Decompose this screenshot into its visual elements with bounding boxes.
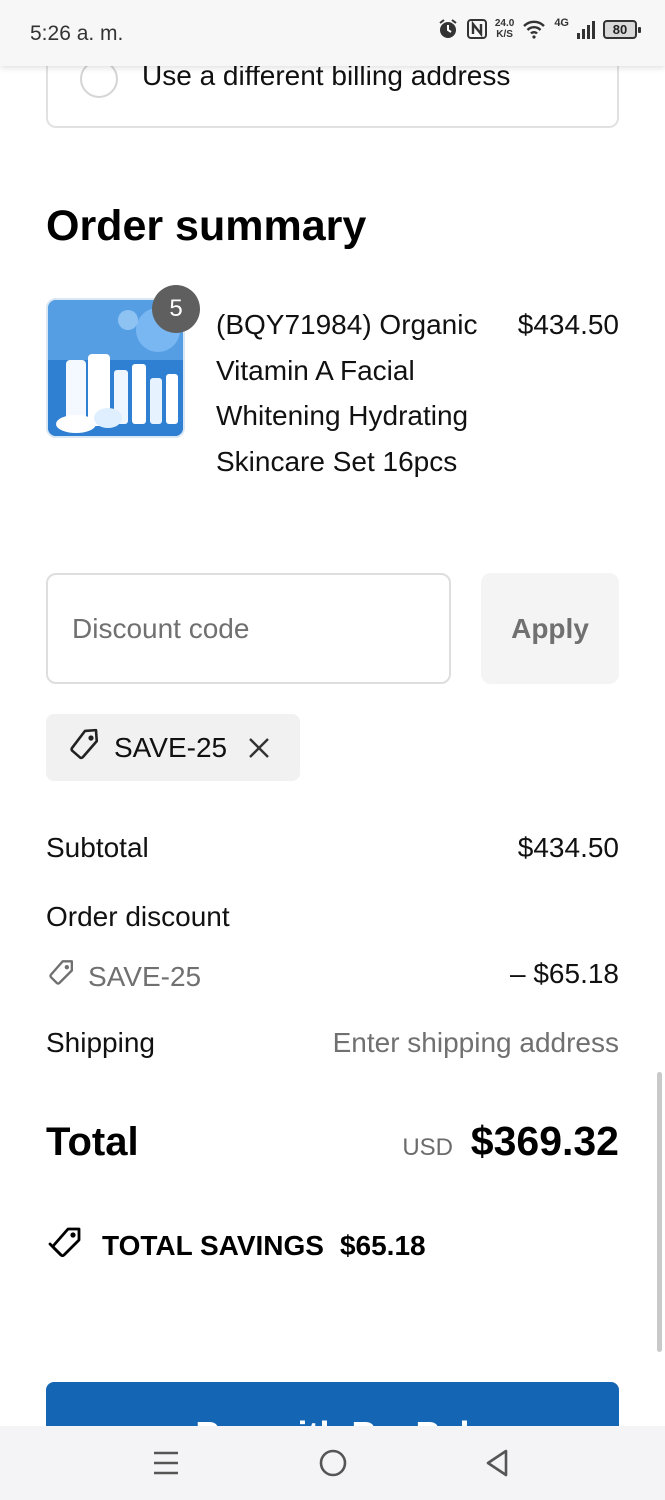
alarm-icon: [437, 18, 459, 40]
status-icons: 24.0 K/S 4G 80: [437, 17, 641, 40]
network-speed: 24.0 K/S: [494, 18, 515, 40]
total-savings-label: TOTAL SAVINGS: [102, 1229, 324, 1261]
remove-discount-icon[interactable]: [247, 736, 271, 760]
wifi-icon: [522, 19, 546, 39]
product-name: (BQY71984) Organic Vitamin A Facial Whit…: [216, 309, 478, 477]
total-value: $369.32: [470, 1118, 619, 1164]
discount-code-input[interactable]: [46, 573, 451, 684]
total-savings: TOTAL SAVINGS $65.18: [46, 1224, 426, 1267]
subtotal-value: $434.50: [517, 832, 619, 863]
navigation-bar: [0, 1426, 665, 1500]
apply-discount-button[interactable]: Apply: [481, 573, 619, 684]
applied-discount-tag: SAVE-25: [46, 714, 300, 781]
order-discount-value: – $65.18: [510, 958, 619, 989]
tag-icon: [46, 958, 76, 995]
subtotal-label: Subtotal: [46, 832, 149, 863]
tag-icon: [66, 727, 102, 768]
menu-icon[interactable]: [152, 1446, 180, 1480]
nfc-icon: [466, 19, 487, 39]
total-savings-value: $65.18: [339, 1229, 426, 1261]
scrollbar[interactable]: [657, 1072, 662, 1352]
home-icon[interactable]: [318, 1446, 348, 1480]
applied-discount-code: SAVE-25: [114, 731, 228, 763]
quantity-badge: 5: [152, 285, 200, 333]
savings-tags-icon: [46, 1224, 86, 1267]
order-discount-code-text: SAVE-25: [88, 960, 202, 992]
status-bar: 5:26 a. m. 24.0 K/S 4G 80: [0, 0, 665, 66]
total-label: Total: [46, 1120, 139, 1164]
total-currency: USD: [402, 1134, 453, 1161]
shipping-label: Shipping: [46, 1027, 155, 1058]
order-discount-code: SAVE-25: [46, 958, 201, 995]
signal-icon: [577, 19, 595, 39]
order-discount-label: Order discount: [46, 901, 230, 932]
order-summary-title: Order summary: [46, 202, 367, 250]
battery-indicator: 80: [603, 19, 641, 39]
product-price: $434.50: [517, 309, 619, 340]
status-time: 5:26 a. m.: [30, 22, 124, 45]
network-type: 4G: [554, 17, 569, 29]
shipping-value: Enter shipping address: [332, 1027, 619, 1058]
back-icon[interactable]: [484, 1446, 510, 1480]
